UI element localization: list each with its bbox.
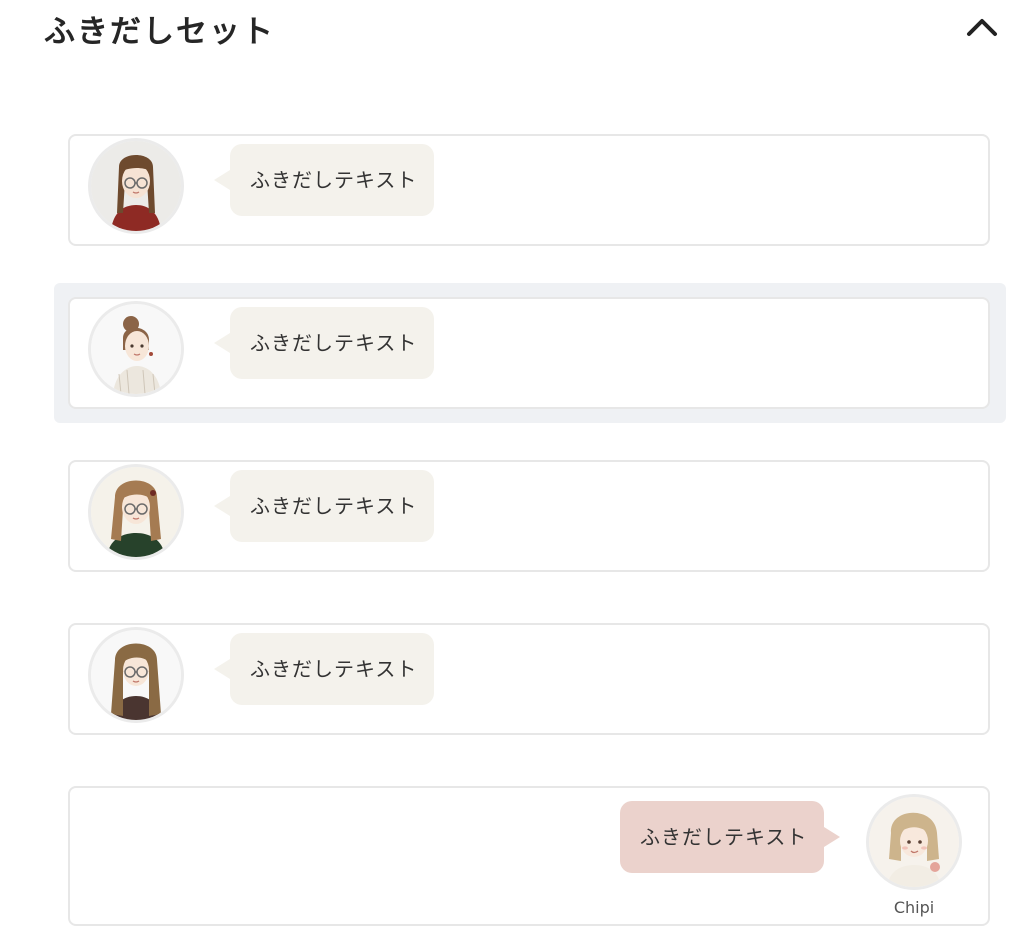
section-title: ふきだしセット — [44, 14, 275, 50]
bubble-text: ふきだしテキスト — [250, 331, 418, 355]
avatar-girl-glasses-braids-icon — [91, 141, 181, 231]
balloon-card[interactable]: ふきだしテキスト — [68, 134, 990, 246]
avatar — [88, 138, 184, 234]
avatar-name: Chipi — [893, 898, 935, 917]
balloon-card[interactable]: ふきだしテキスト — [68, 297, 990, 409]
speech-bubble: ふきだしテキスト — [214, 470, 434, 542]
speech-bubble: ふきだしテキスト — [214, 633, 434, 705]
bubble-text: ふきだしテキスト — [640, 825, 808, 849]
balloon-set-panel: ふきだしセット ふきだしテキスト ふきだしテキスト ふきだしテキスト ふきだしテ… — [0, 0, 1024, 952]
bubble-text: ふきだしテキスト — [250, 168, 418, 192]
avatar — [88, 301, 184, 397]
balloon-item-2: ふきだしテキスト — [54, 283, 1006, 423]
bubble-tail — [214, 496, 230, 516]
chevron-up-icon — [967, 19, 997, 36]
balloon-item-3: ふきだしテキスト — [54, 446, 1006, 586]
balloon-item-1: ふきだしテキスト — [54, 120, 1006, 260]
balloon-card[interactable]: ふきだしテキスト — [68, 623, 990, 735]
collapse-button[interactable] — [960, 8, 1004, 44]
avatar-girl-blonde-bob-icon — [869, 797, 959, 887]
balloon-card[interactable]: ふきだしテキスト Chipi — [68, 786, 990, 926]
bubble-tail — [214, 170, 230, 190]
bubble-text: ふきだしテキスト — [250, 657, 418, 681]
avatar-girl-bun-icon — [91, 304, 181, 394]
bubble-text: ふきだしテキスト — [250, 494, 418, 518]
avatar — [866, 794, 962, 890]
bubble-tail — [824, 827, 840, 847]
speech-bubble: ふきだしテキスト — [214, 307, 434, 379]
avatar — [88, 627, 184, 723]
bubble-tail — [214, 333, 230, 353]
speech-bubble: ふきだしテキスト — [214, 144, 434, 216]
section-header: ふきだしセット — [0, 0, 1024, 60]
bubble-tail — [214, 659, 230, 679]
avatar-girl-long-wavy-hair-icon — [91, 630, 181, 720]
avatar-girl-wavy-hair-glasses-icon — [91, 467, 181, 557]
balloon-item-4: ふきだしテキスト — [54, 609, 1006, 749]
speech-bubble: ふきだしテキスト — [620, 801, 840, 873]
balloon-card[interactable]: ふきだしテキスト — [68, 460, 990, 572]
balloon-item-5: ふきだしテキスト Chipi — [54, 772, 1006, 942]
avatar — [88, 464, 184, 560]
